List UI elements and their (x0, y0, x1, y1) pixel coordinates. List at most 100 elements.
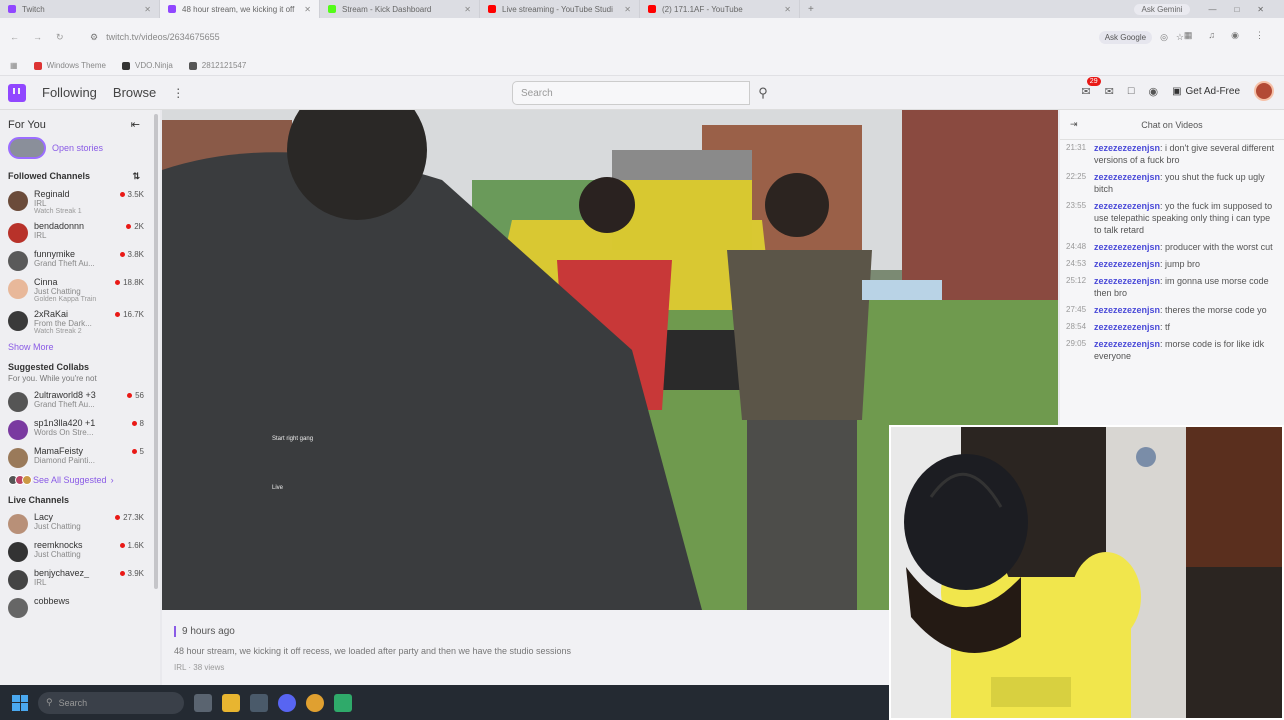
inbox-icon[interactable]: ✉ (1105, 85, 1114, 98)
bookmark-item[interactable]: Windows Theme (33, 61, 106, 70)
channel-avatar (8, 598, 28, 618)
notifications-icon[interactable]: ✉ 29 (1081, 76, 1101, 98)
channel-avatar (8, 392, 28, 412)
back-icon[interactable]: ← (10, 32, 19, 43)
bookmark-favicon-icon (33, 61, 42, 70)
chat-message: 28:54 zezezezezenjsn: tf (1060, 319, 1284, 336)
chat-username[interactable]: zezezezezenjsn (1094, 143, 1160, 153)
channel-extra: Watch Streak 2 (34, 328, 82, 335)
tab-close-icon[interactable]: ✕ (784, 5, 791, 14)
webcam-frame (891, 427, 1282, 718)
url-field[interactable]: ⚙ twitch.tv/videos/2634675655 Ask Google… (80, 25, 1194, 49)
viewer-count: 1.6K (120, 541, 144, 550)
get-ad-free-button[interactable]: ▣ Get Ad-Free (1172, 86, 1240, 97)
ask-google-button[interactable]: Ask Google (1098, 30, 1153, 44)
channel-row[interactable]: 2xRaKai From the Dark... Watch Streak 2 16.… (0, 306, 160, 338)
menu-kebab-icon[interactable]: ⋮ (1255, 30, 1264, 41)
sort-icon[interactable]: ⇅ (132, 171, 140, 182)
open-stories-label: Open stories (52, 143, 104, 153)
chevron-right-icon: › (110, 475, 114, 485)
browser-tab[interactable]: Stream - Kick Dashboard ✕ (320, 0, 480, 18)
chat-text: producer with the worst cut (1165, 242, 1273, 252)
apps-grid-icon[interactable]: ▦ (10, 61, 18, 70)
channel-row[interactable]: cobbews (0, 593, 160, 621)
bookmark-item[interactable]: VDO.Ninja (122, 61, 173, 70)
minimize-icon[interactable]: — (1208, 5, 1216, 14)
chat-username[interactable]: zezezezezenjsn (1094, 322, 1160, 332)
reload-icon[interactable]: ↻ (56, 32, 64, 43)
left-sidebar: For You ⇤ Open stories Followed Channels… (0, 110, 160, 685)
extensions-icon[interactable]: ▦ (1184, 30, 1193, 41)
channel-row[interactable]: 2ultraworld8 +3 Grand Theft Au... 56 (0, 387, 160, 415)
whispers-icon[interactable]: □ (1128, 85, 1135, 97)
eye-off-icon[interactable]: ◎ (1160, 32, 1168, 43)
twitch-logo-icon[interactable] (8, 83, 26, 102)
store-icon[interactable] (250, 693, 268, 712)
chat-username[interactable]: zezezezezenjsn (1094, 242, 1160, 252)
expand-chat-icon[interactable]: ⇥ (1070, 119, 1078, 130)
windows-start-icon[interactable] (12, 694, 28, 711)
collapse-sidebar-icon[interactable]: ⇤ (131, 118, 140, 131)
browser-tab[interactable]: Live streaming - YouTube Studi ✕ (480, 0, 640, 18)
channel-category: IRL (34, 231, 47, 240)
channel-row[interactable]: Lacy Just Chatting 27.3K (0, 509, 160, 537)
user-avatar[interactable] (1254, 81, 1274, 101)
open-stories[interactable]: Open stories (0, 131, 160, 165)
new-tab-button[interactable]: + (800, 4, 822, 15)
show-more-link[interactable]: Show More (0, 338, 160, 356)
ask-gemini-button[interactable]: Ask Gemini (1133, 3, 1191, 15)
search-icon[interactable]: ⚲ (750, 81, 776, 105)
chrome-icon[interactable] (306, 693, 324, 712)
close-window-icon[interactable]: ✕ (1257, 5, 1264, 14)
nav-following[interactable]: Following (42, 85, 97, 100)
chat-title: Chat on Videos (1141, 119, 1203, 130)
more-kebab-icon[interactable]: ⋮ (172, 86, 184, 100)
app-icon[interactable] (334, 693, 352, 712)
media-icon[interactable]: ♫ (1208, 30, 1215, 41)
browser-tab[interactable]: (2) 171.1AF - YouTube ✕ (640, 0, 800, 18)
channel-row[interactable]: Cinna Just Chatting Golden Kappa Train 18.8… (0, 274, 160, 306)
channel-avatar (8, 251, 28, 271)
channel-row[interactable]: funnymike Grand Theft Au... 3.8K (0, 246, 160, 274)
chat-username[interactable]: zezezezezenjsn (1094, 201, 1160, 211)
channel-row[interactable]: reemknocks Just Chatting 1.6K (0, 537, 160, 565)
chat-username[interactable]: zezezezezenjsn (1094, 305, 1160, 315)
tab-close-icon[interactable]: ✕ (464, 5, 471, 14)
site-info-icon[interactable]: ⚙ (90, 32, 98, 43)
channel-row[interactable]: Reginald IRL Watch Streak 1 3.5K (0, 186, 160, 218)
chat-message: 24:48 zezezezezenjsn: producer with the w… (1060, 239, 1284, 256)
browser-tab[interactable]: Twitch ✕ (0, 0, 160, 18)
maximize-icon[interactable]: □ (1234, 5, 1239, 14)
channel-row[interactable]: sp1n3lla420 +1 Words On Stre... 8 (0, 415, 160, 443)
chat-username[interactable]: zezezezezenjsn (1094, 276, 1160, 286)
browser-tab[interactable]: 48 hour stream, we kicking it off ✕ (160, 0, 320, 18)
file-explorer-icon[interactable] (222, 693, 240, 712)
forward-icon[interactable]: → (33, 32, 42, 43)
chat-username[interactable]: zezezezezenjsn (1094, 172, 1160, 182)
puzzle-icon[interactable]: ◉ (1231, 30, 1239, 41)
channel-category: Just Chatting (34, 522, 81, 531)
channel-row[interactable]: benjychavez_ IRL 3.9K (0, 565, 160, 593)
video-meta[interactable]: IRL · 38 views (174, 663, 224, 672)
bookmark-star-icon[interactable]: ☆ (1176, 32, 1184, 43)
taskbar-search[interactable]: ⚲ Search (38, 691, 184, 714)
discord-icon[interactable] (278, 693, 296, 712)
ad-free-icon: ▣ (1172, 85, 1182, 97)
nav-browse[interactable]: Browse (113, 85, 156, 100)
followed-channels-heading: Followed Channels (8, 171, 91, 181)
chat-username[interactable]: zezezezezenjsn (1094, 259, 1160, 269)
bell-icon[interactable]: ◉ (1148, 85, 1158, 98)
bookmark-item[interactable]: 2812121547 (188, 61, 246, 70)
task-view-icon[interactable] (194, 693, 212, 712)
chat-username[interactable]: zezezezezenjsn (1094, 339, 1160, 349)
chat-message: 22:25 zezezezezenjsn: you shut the fuck u… (1060, 169, 1284, 198)
tab-close-icon[interactable]: ✕ (304, 5, 311, 14)
see-all-suggested-link[interactable]: See All Suggested › (0, 471, 160, 489)
chat-text: tf (1165, 322, 1171, 332)
channel-row[interactable]: MamaFeisty Diamond Painti... 5 (0, 443, 160, 471)
channel-info: cobbews (34, 596, 152, 618)
tab-close-icon[interactable]: ✕ (144, 5, 151, 14)
search-input[interactable]: Search (512, 81, 750, 105)
tab-close-icon[interactable]: ✕ (624, 5, 631, 14)
channel-row[interactable]: bendadonnn IRL 2K (0, 218, 160, 246)
